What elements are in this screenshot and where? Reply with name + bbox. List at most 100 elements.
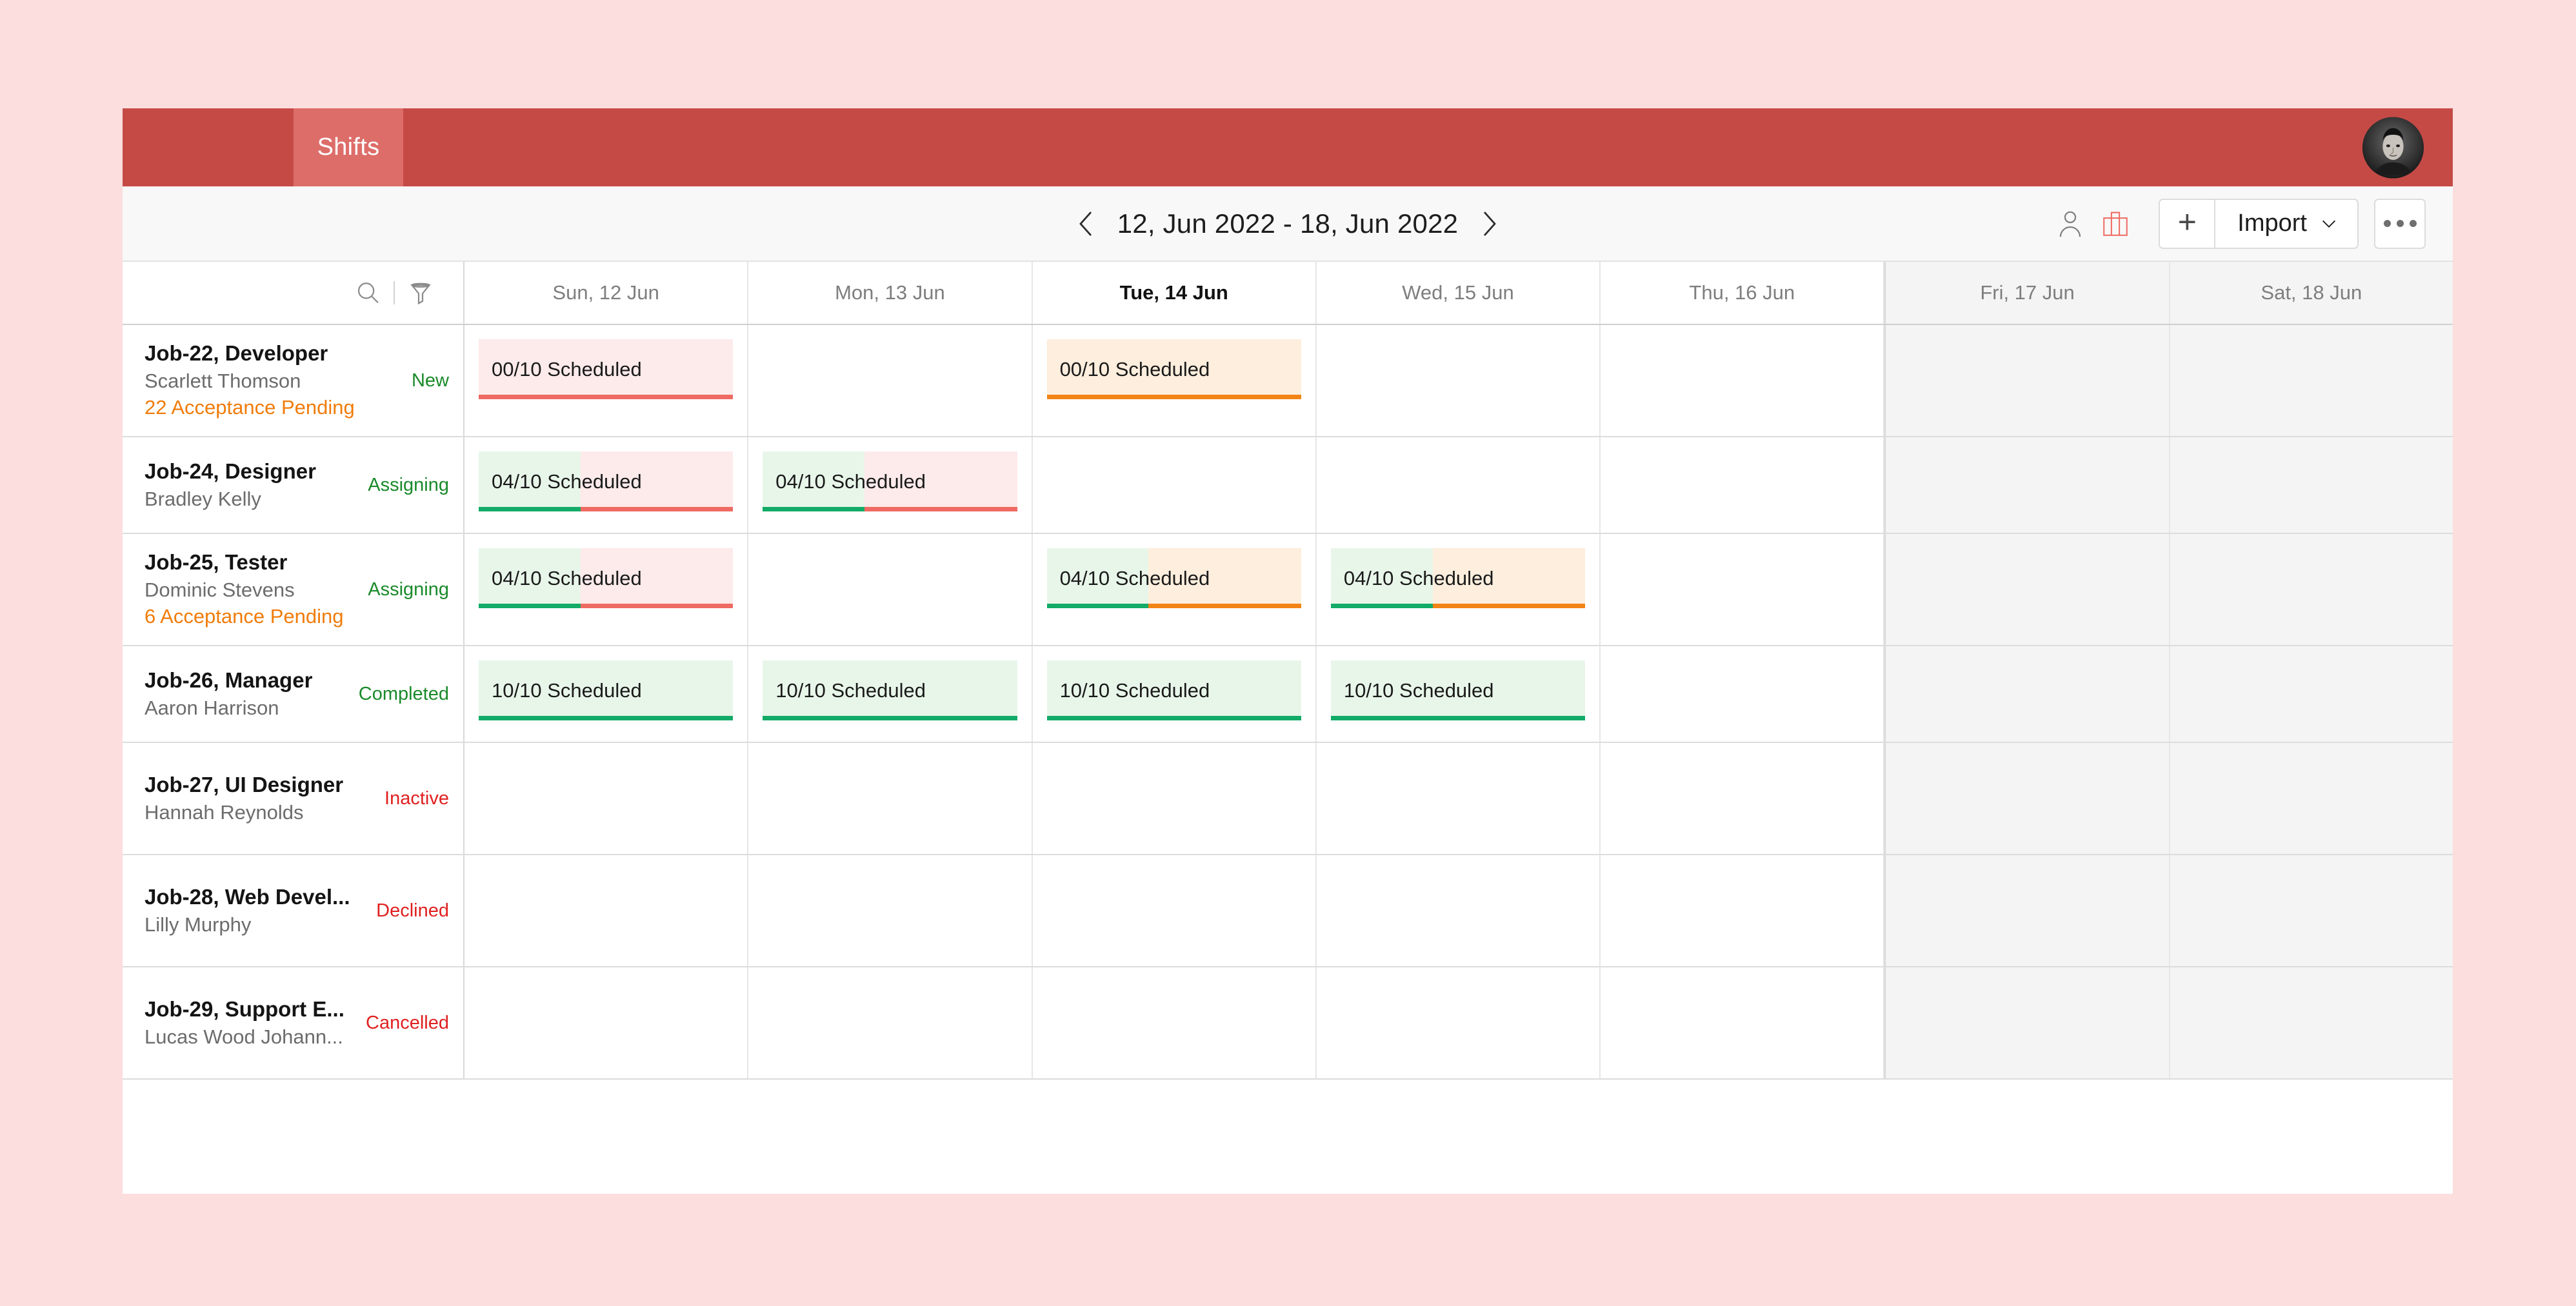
- shift-card[interactable]: 10/10 Scheduled: [1330, 660, 1586, 720]
- status-badge: Assigning: [368, 474, 449, 495]
- acceptance-pending-label[interactable]: 22 Acceptance Pending: [145, 394, 403, 421]
- job-row-text: Job-27, UI Designer Hannah Reynolds: [145, 771, 375, 826]
- day-cell[interactable]: 04/10 Scheduled: [464, 534, 749, 645]
- day-cell[interactable]: [464, 743, 749, 854]
- day-cell[interactable]: [1884, 534, 2170, 645]
- shift-card[interactable]: 10/10 Scheduled: [763, 660, 1017, 720]
- day-header-4[interactable]: Thu, 16 Jun: [1601, 262, 1885, 324]
- day-cell[interactable]: [2170, 646, 2453, 742]
- shift-card[interactable]: 04/10 Scheduled: [479, 451, 734, 511]
- day-cell[interactable]: 04/10 Scheduled: [748, 437, 1033, 533]
- shift-card[interactable]: 10/10 Scheduled: [479, 660, 734, 720]
- import-label: Import: [2237, 210, 2307, 237]
- job-row-panel[interactable]: Job-27, UI Designer Hannah Reynolds Inacti…: [123, 743, 464, 854]
- shift-card[interactable]: 10/10 Scheduled: [1046, 660, 1301, 720]
- job-person: Scarlett Thomson: [145, 369, 301, 392]
- job-row-panel[interactable]: Job-22, Developer Scarlett Thomson 22 Acce…: [123, 325, 464, 436]
- day-header-5[interactable]: Fri, 17 Jun: [1884, 262, 2170, 324]
- day-cell[interactable]: [748, 855, 1033, 966]
- user-avatar[interactable]: [2362, 117, 2424, 178]
- day-header-1[interactable]: Mon, 13 Jun: [748, 262, 1033, 324]
- job-row: Job-24, Designer Bradley Kelly Assigning 04…: [123, 437, 2453, 534]
- shift-progress-bar: [479, 395, 734, 399]
- day-cell[interactable]: [1033, 743, 1317, 854]
- person-view-button[interactable]: [2050, 204, 2090, 244]
- job-row-panel[interactable]: Job-26, Manager Aaron Harrison Completed: [123, 646, 464, 742]
- day-cell[interactable]: [1601, 534, 1885, 645]
- day-cell[interactable]: [748, 967, 1033, 1078]
- day-cell[interactable]: [1317, 325, 1601, 436]
- shift-card[interactable]: 00/10 Scheduled: [1046, 339, 1301, 399]
- acceptance-pending-label[interactable]: 6 Acceptance Pending: [145, 603, 359, 630]
- add-shift-button[interactable]: +: [2160, 199, 2216, 248]
- day-cell[interactable]: 00/10 Scheduled: [1033, 325, 1317, 436]
- shift-card[interactable]: 04/10 Scheduled: [1330, 548, 1586, 608]
- day-cell[interactable]: [748, 743, 1033, 854]
- day-cell[interactable]: [1884, 855, 2170, 966]
- shift-card[interactable]: 04/10 Scheduled: [1046, 548, 1301, 608]
- day-cell[interactable]: 10/10 Scheduled: [1317, 646, 1601, 742]
- day-cell[interactable]: [1033, 855, 1317, 966]
- filter-button[interactable]: [404, 276, 437, 310]
- day-cell[interactable]: [748, 534, 1033, 645]
- app-topbar: Shifts: [123, 108, 2453, 186]
- day-header-2[interactable]: Tue, 14 Jun: [1033, 262, 1317, 324]
- job-row-panel[interactable]: Job-28, Web Devel... Lilly Murphy Declined: [123, 855, 464, 966]
- nav-tab-shifts[interactable]: Shifts: [294, 108, 403, 186]
- day-cell[interactable]: [1317, 437, 1601, 533]
- day-header-3[interactable]: Wed, 15 Jun: [1317, 262, 1601, 324]
- day-cell[interactable]: [2170, 325, 2453, 436]
- day-header-6[interactable]: Sat, 18 Jun: [2170, 262, 2453, 324]
- shift-progress-remaining: [580, 604, 734, 608]
- shift-card[interactable]: 04/10 Scheduled: [763, 451, 1017, 511]
- next-week-button[interactable]: [1475, 209, 1504, 239]
- day-cell[interactable]: 10/10 Scheduled: [464, 646, 749, 742]
- day-cell[interactable]: 04/10 Scheduled: [1317, 534, 1601, 645]
- grid-body: Job-22, Developer Scarlett Thomson 22 Acce…: [123, 325, 2453, 1194]
- job-row-text: Job-29, Support E... Lucas Wood Johann...: [145, 996, 357, 1050]
- job-row-panel[interactable]: Job-24, Designer Bradley Kelly Assigning: [123, 437, 464, 533]
- prev-week-button[interactable]: [1071, 209, 1101, 239]
- day-cell[interactable]: [2170, 437, 2453, 533]
- day-cell[interactable]: [1033, 967, 1317, 1078]
- day-cell[interactable]: [1884, 967, 2170, 1078]
- day-cell[interactable]: [464, 967, 749, 1078]
- shift-card[interactable]: 04/10 Scheduled: [479, 548, 734, 608]
- job-row-panel[interactable]: Job-29, Support E... Lucas Wood Johann...…: [123, 967, 464, 1078]
- day-cell[interactable]: 04/10 Scheduled: [464, 437, 749, 533]
- search-button[interactable]: [351, 276, 384, 310]
- job-row-text: Job-22, Developer Scarlett Thomson 22 Acce…: [145, 340, 403, 421]
- day-cell[interactable]: 00/10 Scheduled: [464, 325, 749, 436]
- day-cell[interactable]: 10/10 Scheduled: [748, 646, 1033, 742]
- day-cell[interactable]: [1317, 967, 1601, 1078]
- more-options-button[interactable]: [2374, 198, 2426, 249]
- day-cell[interactable]: [1601, 967, 1885, 1078]
- day-cell[interactable]: [1884, 743, 2170, 854]
- day-cell[interactable]: [1601, 437, 1885, 533]
- day-cell[interactable]: [1884, 325, 2170, 436]
- day-cell[interactable]: [1601, 646, 1885, 742]
- day-cell[interactable]: [1317, 743, 1601, 854]
- day-cell[interactable]: [1601, 855, 1885, 966]
- job-row-text: Job-26, Manager Aaron Harrison: [145, 667, 350, 721]
- shift-card[interactable]: 00/10 Scheduled: [479, 339, 734, 399]
- day-cell[interactable]: [748, 325, 1033, 436]
- day-cell[interactable]: [464, 855, 749, 966]
- day-cell[interactable]: 10/10 Scheduled: [1033, 646, 1317, 742]
- import-dropdown-button[interactable]: Import: [2215, 200, 2357, 248]
- day-cell[interactable]: [1884, 437, 2170, 533]
- day-cell[interactable]: [1601, 743, 1885, 854]
- day-cell[interactable]: [2170, 855, 2453, 966]
- day-header-0[interactable]: Sun, 12 Jun: [464, 262, 749, 324]
- day-cell[interactable]: [1033, 437, 1317, 533]
- day-cell[interactable]: [1884, 646, 2170, 742]
- job-title: Job-26, Manager: [145, 668, 313, 692]
- day-cell[interactable]: [2170, 743, 2453, 854]
- day-cell[interactable]: [2170, 534, 2453, 645]
- day-cell[interactable]: 04/10 Scheduled: [1033, 534, 1317, 645]
- job-row-panel[interactable]: Job-25, Tester Dominic Stevens 6 Acceptanc…: [123, 534, 464, 645]
- day-cell[interactable]: [1317, 855, 1601, 966]
- job-view-button[interactable]: [2095, 204, 2135, 244]
- day-cell[interactable]: [1601, 325, 1885, 436]
- day-cell[interactable]: [2170, 967, 2453, 1078]
